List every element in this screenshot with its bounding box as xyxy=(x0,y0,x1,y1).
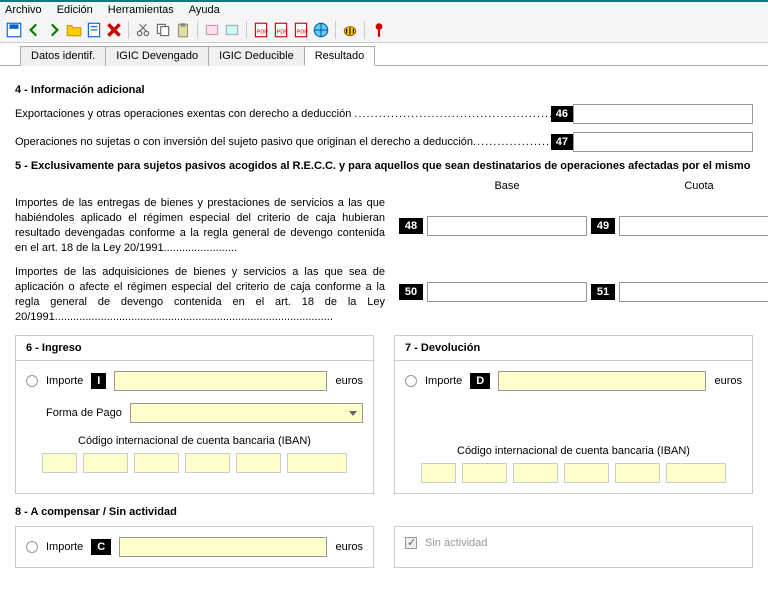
numbox-46: 46 xyxy=(551,106,573,122)
bee-icon[interactable] xyxy=(341,21,359,39)
menu-edicion[interactable]: Edición xyxy=(57,4,93,16)
iban-label-devolucion: Código internacional de cuenta bancaria … xyxy=(405,445,742,457)
iban-ing-3[interactable] xyxy=(134,453,179,473)
label-importe-compensar: Importe xyxy=(46,541,83,553)
menubar: Archivo Edición Herramientas Ayuda xyxy=(0,2,768,18)
cut-scissors-icon[interactable] xyxy=(134,21,152,39)
iban-ing-6[interactable] xyxy=(287,453,347,473)
field-47[interactable] xyxy=(573,132,753,152)
checkbox-sin-actividad[interactable] xyxy=(405,537,417,549)
label-46: Exportaciones y otras operaciones exenta… xyxy=(15,108,551,120)
label-forma-pago: Forma de Pago xyxy=(46,407,122,419)
field-importe-ingreso[interactable] xyxy=(114,371,327,391)
iban-ing-4[interactable] xyxy=(185,453,230,473)
iban-ing-2[interactable] xyxy=(83,453,128,473)
tab-igic-devengado[interactable]: IGIC Devengado xyxy=(105,46,209,66)
iban-dev-4[interactable] xyxy=(564,463,609,483)
field-50[interactable] xyxy=(427,282,587,302)
section8-title: 8 - A compensar / Sin actividad xyxy=(15,506,753,518)
section8-sinactividad: Sin actividad xyxy=(394,526,753,568)
section5-block2: Importes de las adquisiciones de bienes … xyxy=(15,265,385,324)
select-forma-pago[interactable] xyxy=(130,403,363,423)
field-49[interactable] xyxy=(619,216,768,236)
radio-compensar[interactable] xyxy=(26,541,38,553)
col-cuota: Cuota xyxy=(619,180,768,192)
tab-bar: Datos identif. IGIC Devengado IGIC Deduc… xyxy=(0,43,768,66)
letter-C: C xyxy=(91,539,111,555)
paste-icon[interactable] xyxy=(174,21,192,39)
numbox-51: 51 xyxy=(591,284,615,300)
label-47: Operaciones no sujetas o con inversión d… xyxy=(15,136,551,148)
iban-ing-1[interactable] xyxy=(42,453,77,473)
numbox-48: 48 xyxy=(399,218,423,234)
tool2-icon[interactable] xyxy=(223,21,241,39)
menu-herramientas[interactable]: Herramientas xyxy=(108,4,174,16)
svg-text:PDF: PDF xyxy=(297,29,309,35)
label-euros-devolucion: euros xyxy=(714,375,742,387)
iban-dev-2[interactable] xyxy=(462,463,507,483)
pdf1-icon[interactable]: PDF xyxy=(252,21,270,39)
tab-datos-identif[interactable]: Datos identif. xyxy=(20,46,106,66)
tab-igic-deducible[interactable]: IGIC Deducible xyxy=(208,46,305,66)
field-importe-compensar[interactable] xyxy=(119,537,327,557)
radio-devolucion[interactable] xyxy=(405,375,417,387)
pin-icon[interactable] xyxy=(370,21,388,39)
section6-panel: 6 - Ingreso Importe I euros Forma de Pag… xyxy=(15,335,374,494)
section7-title: 7 - Devolución xyxy=(395,336,752,361)
label-euros-ingreso: euros xyxy=(335,375,363,387)
numbox-49: 49 xyxy=(591,218,615,234)
pdf2-icon[interactable]: PDF xyxy=(272,21,290,39)
delete-x-icon[interactable] xyxy=(105,21,123,39)
iban-dev-3[interactable] xyxy=(513,463,558,483)
copy-icon[interactable] xyxy=(154,21,172,39)
svg-text:PDF: PDF xyxy=(257,29,269,35)
pdf3-icon[interactable]: PDF xyxy=(292,21,310,39)
field-46[interactable] xyxy=(573,104,753,124)
radio-ingreso[interactable] xyxy=(26,375,38,387)
numbox-47: 47 xyxy=(551,134,573,150)
toolbar: PDF PDF PDF xyxy=(0,18,768,43)
field-48[interactable] xyxy=(427,216,587,236)
letter-I: I xyxy=(91,373,106,389)
section4-title: 4 - Información adicional xyxy=(15,84,753,96)
section6-title: 6 - Ingreso xyxy=(16,336,373,361)
tab-resultado[interactable]: Resultado xyxy=(304,46,376,66)
iban-dev-1[interactable] xyxy=(421,463,456,483)
arrow-left-icon[interactable] xyxy=(25,21,43,39)
iban-dev-6[interactable] xyxy=(666,463,726,483)
section8-compensar: Importe C euros xyxy=(15,526,374,568)
field-51[interactable] xyxy=(619,282,768,302)
label-euros-compensar: euros xyxy=(335,541,363,553)
content-panel: 4 - Información adicional Exportaciones … xyxy=(0,65,768,610)
numbox-50: 50 xyxy=(399,284,423,300)
field-importe-devolucion[interactable] xyxy=(498,371,706,391)
tool1-icon[interactable] xyxy=(203,21,221,39)
iban-ing-5[interactable] xyxy=(236,453,281,473)
save-floppy-icon[interactable] xyxy=(5,21,23,39)
col-base: Base xyxy=(427,180,587,192)
arrow-right-icon[interactable] xyxy=(45,21,63,39)
letter-D: D xyxy=(470,373,490,389)
section5-title: 5 - Exclusivamente para sujetos pasivos … xyxy=(15,160,753,172)
document-icon[interactable] xyxy=(85,21,103,39)
menu-archivo[interactable]: Archivo xyxy=(5,4,42,16)
iban-label-ingreso: Código internacional de cuenta bancaria … xyxy=(26,435,363,447)
label-sin-actividad: Sin actividad xyxy=(425,537,487,549)
label-importe-ingreso: Importe xyxy=(46,375,83,387)
label-importe-devolucion: Importe xyxy=(425,375,462,387)
folder-open-icon[interactable] xyxy=(65,21,83,39)
iban-dev-5[interactable] xyxy=(615,463,660,483)
section5-block1: Importes de las entregas de bienes y pre… xyxy=(15,196,385,255)
menu-ayuda[interactable]: Ayuda xyxy=(189,4,220,16)
globe-icon[interactable] xyxy=(312,21,330,39)
section7-panel: 7 - Devolución Importe D euros Código in… xyxy=(394,335,753,494)
svg-text:PDF: PDF xyxy=(277,29,289,35)
